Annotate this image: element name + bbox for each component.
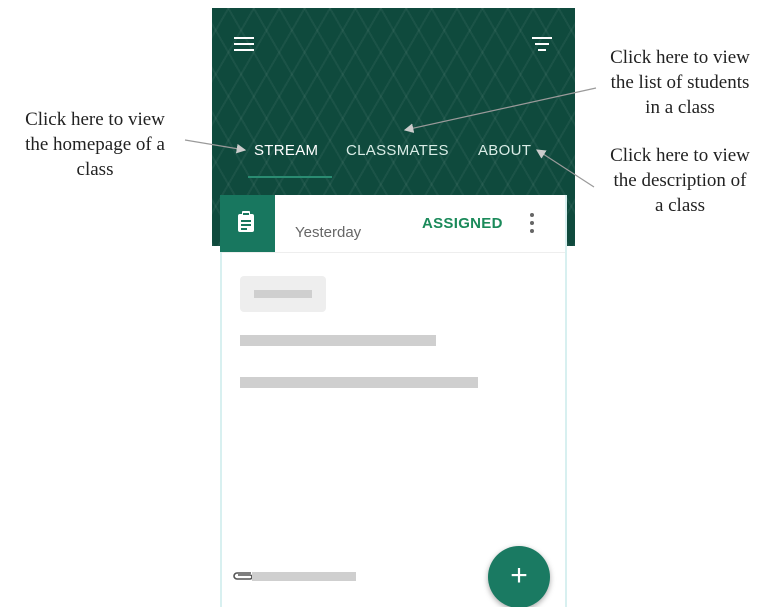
annotation-classmates-line-3: in a class [645, 97, 715, 118]
tab-about[interactable]: ABOUT [478, 142, 531, 159]
annotation-about: Click here to view the description of a … [590, 143, 770, 218]
title-placeholder [240, 335, 436, 346]
filter-icon[interactable] [532, 37, 552, 51]
assignment-icon [238, 211, 254, 232]
annotation-homepage: Click here to view the homepage of a cla… [0, 107, 190, 182]
tab-stream[interactable]: STREAM [254, 142, 318, 159]
annotation-homepage-line-2: the homepage of a [25, 134, 165, 155]
annotation-about-line-2: the description of [613, 170, 747, 191]
annotation-about-line-1: Click here to view [610, 145, 750, 166]
topic-chip-placeholder [240, 276, 326, 312]
more-vert-icon[interactable] [530, 213, 534, 233]
phone-screen: STREAM CLASSMATES ABOUT Yesterday ASSIGN… [212, 8, 575, 607]
annotation-homepage-line-3: class [76, 159, 114, 180]
assignment-badge [220, 195, 275, 252]
annotation-classmates-line-2: the list of students [610, 72, 750, 93]
annotation-about-line-3: a class [654, 195, 706, 216]
attachment-placeholder [252, 572, 356, 581]
description-placeholder [240, 377, 478, 388]
menu-icon[interactable] [234, 37, 254, 51]
status-badge: ASSIGNED [422, 215, 503, 232]
card-header: Yesterday ASSIGNED [220, 195, 565, 253]
active-tab-indicator [248, 176, 332, 178]
annotation-homepage-line-1: Click here to view [25, 109, 165, 130]
add-fab-button[interactable]: + [488, 546, 550, 607]
annotation-classmates-line-1: Click here to view [610, 47, 750, 68]
annotation-classmates: Click here to view the list of students … [590, 45, 770, 120]
post-date: Yesterday [295, 224, 362, 241]
tab-classmates[interactable]: CLASSMATES [346, 142, 449, 159]
